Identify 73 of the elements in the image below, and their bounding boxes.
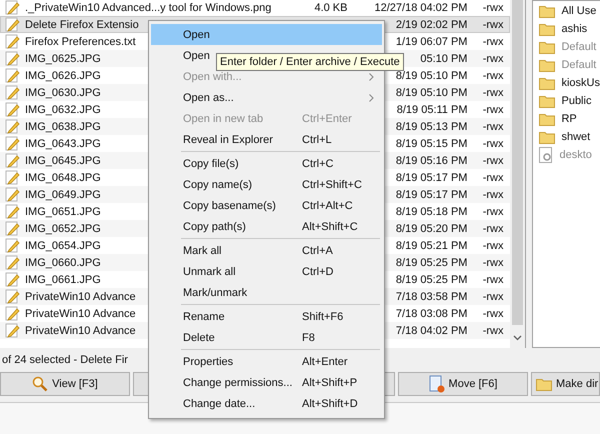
shortcut-text: Alt+Enter (302, 356, 349, 368)
file-name: IMG_0643.JPG (25, 138, 101, 150)
file-name: IMG_0625.JPG (25, 52, 101, 64)
shortcut-text: Alt+Shift+P (302, 376, 358, 388)
file-name: Delete Firefox Extensio (25, 18, 139, 30)
file-attributes: -rwx (482, 308, 504, 320)
file-attributes: -rwx (482, 154, 504, 166)
shortcut-text: Shift+F6 (302, 310, 344, 322)
file-date: 8/19 05:10 PM (396, 70, 468, 82)
file-date: 8/19 05:18 PM (396, 206, 468, 218)
file-date: 7/18 04:02 PM (396, 324, 468, 336)
file-attributes: -rwx (482, 324, 504, 336)
file-attributes: -rwx (482, 36, 504, 48)
file-name: IMG_0632.JPG (25, 104, 101, 116)
file-attributes: -rwx (482, 172, 504, 184)
shortcut-text: F8 (302, 332, 316, 344)
file-date: 05:10 PM (420, 52, 468, 64)
shortcut-text: Alt+Shift+D (302, 398, 359, 410)
file-name: IMG_0654.JPG (25, 240, 101, 252)
shortcut-text: Ctrl+Enter (302, 112, 353, 124)
file-name: IMG_0626.JPG (25, 70, 101, 82)
file-date: 8/19 05:11 PM (396, 104, 468, 116)
file-name: IMG_0630.JPG (25, 86, 101, 98)
file-date: 8/19 05:10 PM (396, 86, 468, 98)
file-attributes: -rwx (482, 240, 504, 252)
file-name: IMG_0648.JPG (25, 172, 101, 184)
tooltip: Enter folder / Enter archive / Execute (216, 53, 404, 71)
file-date: 1/19 06:07 PM (396, 36, 468, 48)
file-attributes: -rwx (482, 138, 504, 150)
file-date: 7/18 03:08 PM (396, 308, 468, 320)
file-name: IMG_0645.JPG (25, 154, 101, 166)
file-attributes: -rwx (482, 86, 504, 98)
file-attributes: -rwx (482, 18, 504, 30)
file-attributes: -rwx (482, 52, 504, 64)
file-date: 2/19 02:02 PM (396, 18, 468, 30)
file-date: 8/19 05:25 PM (396, 274, 468, 286)
file-attributes: -rwx (482, 188, 504, 200)
file-date: 8/19 05:25 PM (396, 256, 468, 268)
shortcut-text: Alt+Shift+C (302, 220, 359, 232)
file-date: 8/19 05:17 PM (396, 188, 468, 200)
file-name: PrivateWin10 Advance (25, 290, 136, 302)
file-attributes: -rwx (482, 2, 504, 14)
file-name: IMG_0652.JPG (25, 222, 101, 234)
shortcut-text: Ctrl+C (302, 158, 334, 170)
file-attributes: -rwx (482, 290, 504, 302)
file-date: 8/19 05:20 PM (396, 222, 468, 234)
status-text: of 24 selected - Delete Fir (2, 354, 128, 366)
file-attributes: -rwx (482, 120, 504, 132)
file-attributes: -rwx (482, 256, 504, 268)
file-name: IMG_0661.JPG (25, 274, 101, 286)
file-date: 12/27/18 04:02 PM (374, 2, 468, 14)
file-name: IMG_0660.JPG (25, 256, 101, 268)
file-date: 8/19 05:17 PM (396, 172, 468, 184)
file-attributes: -rwx (482, 104, 504, 116)
file-date: 8/19 05:15 PM (396, 138, 468, 150)
file-name: IMG_0649.JPG (25, 188, 101, 200)
file-attributes: -rwx (482, 274, 504, 286)
file-name: IMG_0651.JPG (25, 206, 101, 218)
shortcut-text: Ctrl+A (302, 244, 334, 256)
file-size: 4.0 KB (314, 2, 348, 14)
file-name: PrivateWin10 Advance (25, 324, 136, 336)
file-date: 7/18 03:58 PM (396, 290, 468, 302)
file-attributes: -rwx (482, 206, 504, 218)
file-name: IMG_0638.JPG (25, 120, 101, 132)
file-date: 8/19 05:21 PM (396, 240, 468, 252)
file-attributes: -rwx (482, 222, 504, 234)
shortcut-text: Ctrl+L (302, 134, 333, 146)
file-attributes: -rwx (482, 70, 504, 82)
file-date: 8/19 05:16 PM (396, 154, 468, 166)
file-name: PrivateWin10 Advance (25, 308, 136, 320)
file-name: ._PrivateWin10 Advanced...y tool for Windows.png (25, 2, 272, 14)
file-name: Firefox Preferences.txt (25, 36, 136, 48)
file-date: 8/19 05:13 PM (396, 120, 468, 132)
